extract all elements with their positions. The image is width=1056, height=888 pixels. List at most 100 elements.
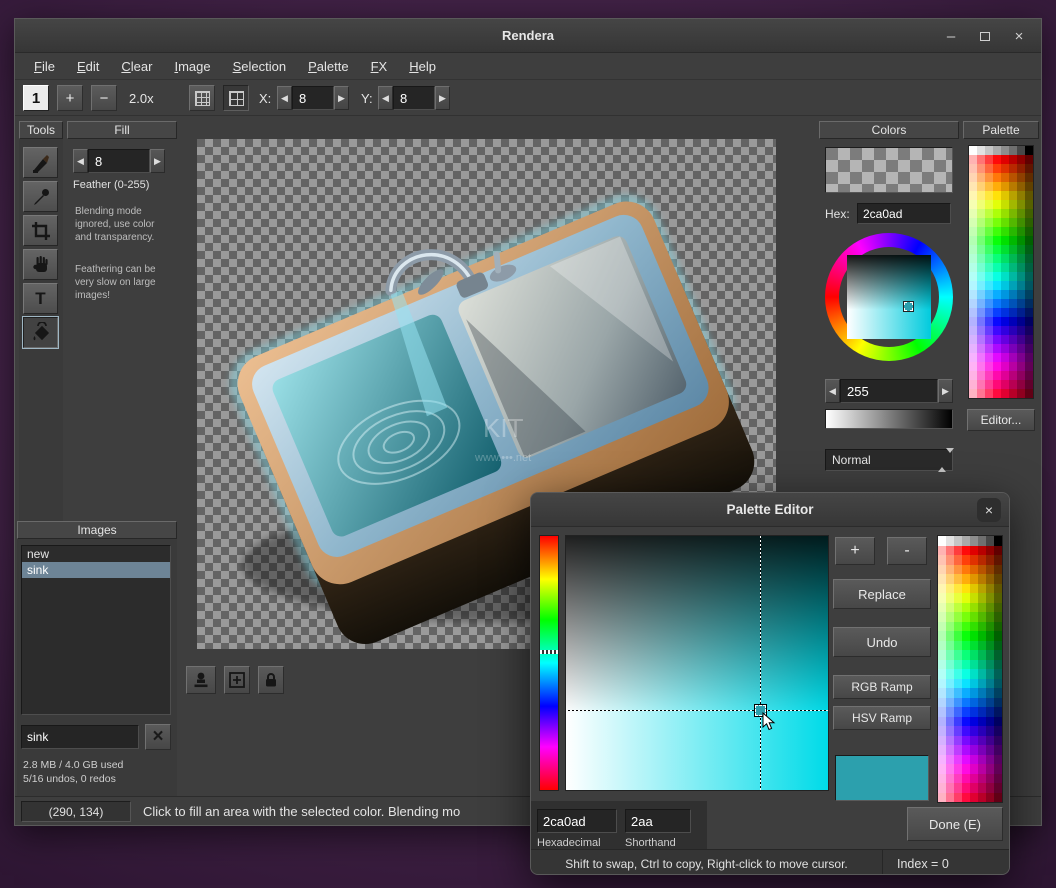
palette-swatch[interactable] bbox=[1017, 254, 1025, 263]
palette-swatch[interactable] bbox=[977, 164, 985, 173]
palette-swatch[interactable] bbox=[1001, 308, 1009, 317]
palette-swatch[interactable] bbox=[954, 555, 962, 565]
palette-swatch[interactable] bbox=[994, 565, 1002, 575]
palette-swatch[interactable] bbox=[985, 164, 993, 173]
palette-swatch[interactable] bbox=[954, 565, 962, 575]
palette-swatch[interactable] bbox=[946, 574, 954, 584]
palette-swatch[interactable] bbox=[946, 622, 954, 632]
palette-swatch[interactable] bbox=[1009, 218, 1017, 227]
palette-swatch[interactable] bbox=[1025, 362, 1033, 371]
palette-swatch[interactable] bbox=[1017, 218, 1025, 227]
palette-swatch[interactable] bbox=[985, 173, 993, 182]
palette-swatch[interactable] bbox=[1025, 389, 1033, 398]
palette-swatch[interactable] bbox=[1017, 371, 1025, 380]
palette-swatch[interactable] bbox=[986, 565, 994, 575]
palette-swatch[interactable] bbox=[1025, 173, 1033, 182]
palette-swatch[interactable] bbox=[946, 707, 954, 717]
palette-swatch[interactable] bbox=[986, 546, 994, 556]
palette-swatch[interactable] bbox=[954, 546, 962, 556]
palette-swatch[interactable] bbox=[954, 774, 962, 784]
palette-swatch[interactable] bbox=[985, 371, 993, 380]
palette-swatch[interactable] bbox=[1017, 326, 1025, 335]
palette-swatch[interactable] bbox=[954, 793, 962, 803]
palette-swatch[interactable] bbox=[1009, 200, 1017, 209]
palette-swatch[interactable] bbox=[938, 603, 946, 613]
palette-swatch[interactable] bbox=[993, 173, 1001, 182]
palette-swatch[interactable] bbox=[977, 182, 985, 191]
palette-swatch[interactable] bbox=[946, 650, 954, 660]
palette-swatch[interactable] bbox=[1009, 146, 1017, 155]
dialog-shorthand-input[interactable] bbox=[625, 809, 691, 833]
dialog-hex-input[interactable] bbox=[537, 809, 617, 833]
palette-swatch[interactable] bbox=[1017, 299, 1025, 308]
dialog-palette-grid[interactable] bbox=[938, 536, 1002, 802]
palette-swatch[interactable] bbox=[978, 698, 986, 708]
palette-swatch[interactable] bbox=[977, 308, 985, 317]
palette-swatch[interactable] bbox=[1017, 155, 1025, 164]
palette-swatch[interactable] bbox=[994, 669, 1002, 679]
palette-swatch[interactable] bbox=[985, 236, 993, 245]
palette-swatch[interactable] bbox=[970, 660, 978, 670]
palette-swatch[interactable] bbox=[969, 281, 977, 290]
palette-swatch[interactable] bbox=[993, 317, 1001, 326]
palette-swatch[interactable] bbox=[969, 227, 977, 236]
grid-y-input[interactable] bbox=[393, 86, 435, 110]
undo-button[interactable]: Undo bbox=[833, 627, 931, 657]
palette-swatch[interactable] bbox=[978, 574, 986, 584]
palette-swatch[interactable] bbox=[1025, 380, 1033, 389]
palette-swatch[interactable] bbox=[1025, 200, 1033, 209]
palette-swatch[interactable] bbox=[954, 698, 962, 708]
menu-help[interactable]: Help bbox=[400, 56, 445, 77]
palette-swatch[interactable] bbox=[1025, 317, 1033, 326]
palette-swatch[interactable] bbox=[1025, 254, 1033, 263]
palette-swatch[interactable] bbox=[962, 650, 970, 660]
palette-swatch[interactable] bbox=[938, 612, 946, 622]
palette-swatch[interactable] bbox=[1009, 173, 1017, 182]
trans-increment[interactable]: ▶ bbox=[938, 379, 953, 403]
palette-swatch[interactable] bbox=[954, 574, 962, 584]
palette-swatch[interactable] bbox=[1025, 290, 1033, 299]
palette-swatch[interactable] bbox=[985, 245, 993, 254]
palette-swatch[interactable] bbox=[986, 650, 994, 660]
palette-swatch[interactable] bbox=[986, 593, 994, 603]
palette-swatch[interactable] bbox=[946, 679, 954, 689]
palette-swatch[interactable] bbox=[1025, 335, 1033, 344]
palette-swatch[interactable] bbox=[954, 612, 962, 622]
palette-swatch[interactable] bbox=[978, 717, 986, 727]
remove-color-button[interactable]: - bbox=[887, 537, 927, 565]
menu-edit[interactable]: Edit bbox=[68, 56, 108, 77]
palette-swatch[interactable] bbox=[969, 335, 977, 344]
palette-swatch[interactable] bbox=[1009, 380, 1017, 389]
palette-swatch[interactable] bbox=[1017, 290, 1025, 299]
palette-swatch[interactable] bbox=[962, 612, 970, 622]
palette-swatch[interactable] bbox=[969, 380, 977, 389]
palette-swatch[interactable] bbox=[1009, 191, 1017, 200]
palette-swatch[interactable] bbox=[993, 308, 1001, 317]
feather-decrement[interactable]: ◀ bbox=[73, 149, 88, 173]
palette-swatch[interactable] bbox=[978, 783, 986, 793]
palette-swatch[interactable] bbox=[977, 209, 985, 218]
palette-swatch[interactable] bbox=[962, 669, 970, 679]
palette-swatch[interactable] bbox=[970, 783, 978, 793]
palette-swatch[interactable] bbox=[1017, 227, 1025, 236]
dialog-titlebar[interactable]: Palette Editor × bbox=[531, 493, 1009, 527]
palette-swatch[interactable] bbox=[993, 362, 1001, 371]
grid-toggle-button[interactable] bbox=[189, 85, 215, 111]
palette-swatch[interactable] bbox=[970, 679, 978, 689]
palette-swatch[interactable] bbox=[946, 669, 954, 679]
palette-swatch[interactable] bbox=[993, 155, 1001, 164]
close-button[interactable]: × bbox=[1005, 24, 1033, 48]
palette-swatch[interactable] bbox=[1025, 245, 1033, 254]
palette-swatch[interactable] bbox=[938, 707, 946, 717]
add-color-button[interactable]: + bbox=[835, 537, 875, 565]
palette-swatch[interactable] bbox=[993, 191, 1001, 200]
palette-swatch[interactable] bbox=[938, 717, 946, 727]
palette-swatch[interactable] bbox=[954, 736, 962, 746]
palette-swatch[interactable] bbox=[1017, 191, 1025, 200]
palette-swatch[interactable] bbox=[978, 669, 986, 679]
image-list-item-new[interactable]: new bbox=[22, 546, 170, 562]
palette-swatch[interactable] bbox=[1025, 281, 1033, 290]
palette-swatch[interactable] bbox=[969, 200, 977, 209]
trans-input[interactable] bbox=[840, 379, 938, 403]
palette-swatch[interactable] bbox=[994, 688, 1002, 698]
